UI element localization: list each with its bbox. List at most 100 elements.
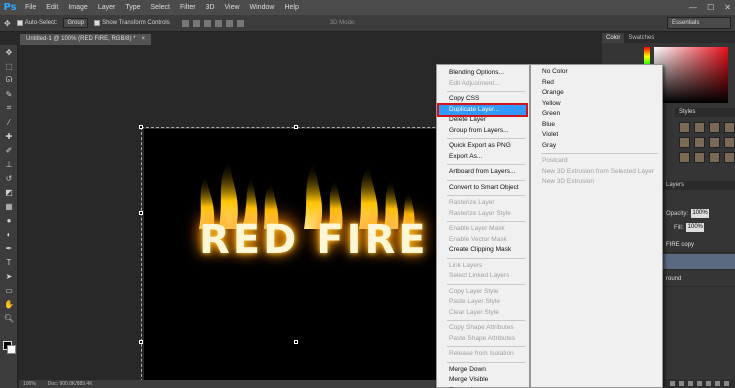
healing-brush-tool-icon[interactable]: ✚ bbox=[0, 129, 18, 143]
tab-styles[interactable]: Styles bbox=[675, 108, 735, 117]
trash-icon[interactable] bbox=[724, 381, 729, 386]
close-icon[interactable]: ✕ bbox=[724, 3, 731, 12]
menu-item-artboard-from-layers[interactable]: Artboard from Layers... bbox=[437, 167, 529, 178]
align-bottom-icon[interactable] bbox=[203, 19, 211, 27]
opacity-input[interactable]: 100% bbox=[691, 209, 710, 218]
menu-item-duplicate-layer[interactable]: Duplicate Layer... bbox=[437, 102, 528, 117]
menu-item-delete-layer[interactable]: Delete Layer bbox=[437, 115, 529, 126]
style-swatch[interactable] bbox=[679, 137, 690, 148]
fx-icon[interactable] bbox=[679, 381, 684, 386]
tab-color[interactable]: Color bbox=[602, 33, 625, 43]
type-tool-icon[interactable]: T bbox=[0, 255, 18, 269]
style-swatch[interactable] bbox=[724, 122, 735, 133]
color-item-orange[interactable]: Orange bbox=[531, 88, 662, 99]
minimize-icon[interactable]: — bbox=[689, 3, 697, 12]
fill-input[interactable]: 100% bbox=[686, 223, 705, 232]
style-swatch[interactable] bbox=[694, 137, 705, 148]
quick-select-tool-icon[interactable]: ✎ bbox=[0, 87, 18, 101]
eraser-tool-icon[interactable]: ◩ bbox=[0, 185, 18, 199]
folder-icon[interactable] bbox=[706, 381, 711, 386]
layer-row[interactable]: round bbox=[662, 271, 735, 287]
menu-item-convert-to-smart-object[interactable]: Convert to Smart Object bbox=[437, 183, 529, 194]
color-item-gray[interactable]: Gray bbox=[531, 141, 662, 152]
hand-tool-icon[interactable]: ✋ bbox=[0, 297, 18, 311]
menu-item-blending-options[interactable]: Blending Options... bbox=[437, 68, 529, 79]
style-swatch[interactable] bbox=[724, 152, 735, 163]
align-top-icon[interactable] bbox=[181, 19, 189, 27]
layers-panel-header[interactable]: Layers bbox=[662, 181, 735, 190]
path-select-tool-icon[interactable]: ➤ bbox=[0, 269, 18, 283]
eyedropper-tool-icon[interactable]: ⁄ bbox=[0, 115, 18, 129]
style-swatch[interactable] bbox=[679, 122, 690, 133]
menu-item-copy-css[interactable]: Copy CSS bbox=[437, 94, 529, 105]
brush-tool-icon[interactable]: ✐ bbox=[0, 143, 18, 157]
color-item-yellow[interactable]: Yellow bbox=[531, 99, 662, 110]
menu-help[interactable]: Help bbox=[279, 0, 303, 15]
style-swatch[interactable] bbox=[709, 137, 720, 148]
menu-item-group-from-layers[interactable]: Group from Layers... bbox=[437, 126, 529, 137]
marquee-tool-icon[interactable]: ⬚ bbox=[0, 59, 18, 73]
zoom-level[interactable]: 100% bbox=[23, 380, 36, 388]
menu-item-quick-export-as-png[interactable]: Quick Export as PNG bbox=[437, 141, 529, 152]
align-right-icon[interactable] bbox=[236, 19, 244, 27]
auto-select-checkbox[interactable]: Auto-Select: bbox=[16, 20, 57, 26]
menu-image[interactable]: Image bbox=[63, 0, 92, 15]
red-fire-text-layer[interactable]: RED FIRE bbox=[199, 217, 429, 263]
transform-handle[interactable] bbox=[139, 340, 143, 344]
adjustment-icon[interactable] bbox=[697, 381, 702, 386]
align-center-icon[interactable] bbox=[225, 19, 233, 27]
transform-handle[interactable] bbox=[139, 125, 143, 129]
menu-select[interactable]: Select bbox=[146, 0, 175, 15]
auto-select-dropdown[interactable]: Group bbox=[63, 18, 89, 28]
workspace-dropdown[interactable]: Essentials bbox=[667, 17, 731, 29]
style-swatch[interactable] bbox=[709, 122, 720, 133]
dodge-tool-icon[interactable]: ◐ bbox=[0, 227, 18, 241]
lasso-tool-icon[interactable]: ᘏ bbox=[0, 73, 18, 87]
menu-layer[interactable]: Layer bbox=[93, 0, 121, 15]
close-tab-icon[interactable]: × bbox=[141, 34, 145, 45]
color-picker-field[interactable] bbox=[654, 47, 728, 103]
menu-3d[interactable]: 3D bbox=[201, 0, 220, 15]
transform-handle[interactable] bbox=[294, 125, 298, 129]
menu-type[interactable]: Type bbox=[120, 0, 145, 15]
menu-item-merge-down[interactable]: Merge Down bbox=[437, 365, 529, 376]
menu-item-export-as[interactable]: Export As... bbox=[437, 152, 529, 163]
style-swatch[interactable] bbox=[724, 137, 735, 148]
document-tab[interactable]: Untitled-1 @ 100% (RED FIRE, RGB/8) * × bbox=[20, 34, 151, 45]
color-item-red[interactable]: Red bbox=[531, 78, 662, 89]
gradient-tool-icon[interactable]: ▦ bbox=[0, 199, 18, 213]
transform-handle[interactable] bbox=[294, 340, 298, 344]
color-item-no-color[interactable]: No Color bbox=[531, 67, 662, 78]
clone-stamp-tool-icon[interactable]: ⊥ bbox=[0, 157, 18, 171]
transform-handle[interactable] bbox=[139, 211, 143, 215]
blur-tool-icon[interactable]: ● bbox=[0, 213, 18, 227]
menu-window[interactable]: Window bbox=[245, 0, 280, 15]
mask-icon[interactable] bbox=[688, 381, 693, 386]
layer-row-selected[interactable] bbox=[662, 254, 735, 270]
menu-item-merge-visible[interactable]: Merge Visible bbox=[437, 375, 529, 386]
maximize-icon[interactable]: ☐ bbox=[707, 3, 714, 12]
history-brush-tool-icon[interactable]: ↺ bbox=[0, 171, 18, 185]
align-middle-icon[interactable] bbox=[192, 19, 200, 27]
link-layers-icon[interactable] bbox=[670, 381, 675, 386]
zoom-tool-icon[interactable]: 🔍︎ bbox=[0, 311, 18, 325]
style-swatch[interactable] bbox=[694, 152, 705, 163]
style-swatch[interactable] bbox=[694, 122, 705, 133]
menu-edit[interactable]: Edit bbox=[41, 0, 63, 15]
crop-tool-icon[interactable]: ⌗ bbox=[0, 101, 18, 115]
new-layer-icon[interactable] bbox=[715, 381, 720, 386]
color-item-violet[interactable]: Violet bbox=[531, 130, 662, 141]
style-swatch[interactable] bbox=[679, 152, 690, 163]
show-transform-checkbox[interactable]: Show Transform Controls bbox=[94, 20, 170, 26]
pen-tool-icon[interactable]: ✒ bbox=[0, 241, 18, 255]
menu-view[interactable]: View bbox=[220, 0, 245, 15]
layer-row[interactable]: FIRE copy bbox=[662, 237, 735, 253]
menu-filter[interactable]: Filter bbox=[175, 0, 201, 15]
move-tool-icon[interactable]: ✥ bbox=[4, 19, 11, 28]
menu-file[interactable]: File bbox=[20, 0, 41, 15]
color-item-green[interactable]: Green bbox=[531, 109, 662, 120]
background-color-swatch[interactable] bbox=[7, 345, 16, 354]
menu-item-create-clipping-mask[interactable]: Create Clipping Mask bbox=[437, 245, 529, 256]
move-tool-icon[interactable]: ✥ bbox=[0, 45, 18, 59]
style-swatch[interactable] bbox=[709, 152, 720, 163]
